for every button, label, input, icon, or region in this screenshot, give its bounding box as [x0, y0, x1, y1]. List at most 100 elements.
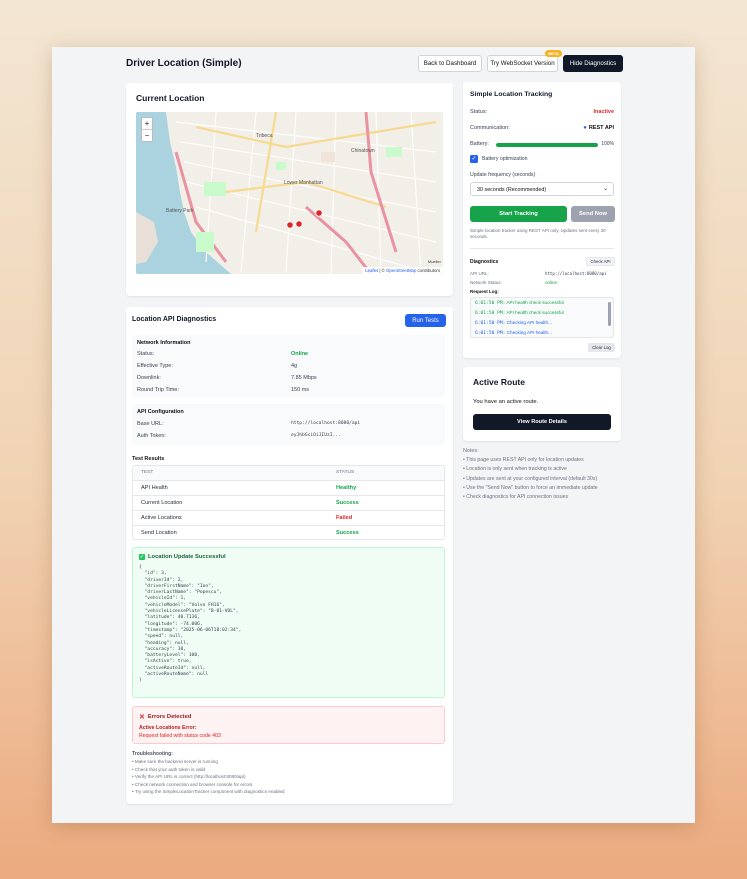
test-name: Send Location [141, 530, 177, 536]
list-item-text: Updates are sent at your configured inte… [466, 475, 598, 482]
list-item-text: Make sure the backend server is running [134, 759, 218, 764]
active-route-text: You have an active route. [473, 399, 539, 405]
success-title: Location Update Successful [148, 554, 226, 560]
websocket-version-button[interactable]: Try WebSocket Version BETA [487, 50, 562, 72]
troubleshooting-heading: Troubleshooting: [132, 751, 173, 757]
check-api-button[interactable]: Check API [586, 257, 615, 266]
zoom-in-button[interactable]: + [142, 118, 152, 130]
json-response: { "id": 3, "driverId": 2, "driverFirstNa… [139, 565, 241, 685]
test-results-heading: Test Results [132, 456, 165, 462]
battery-label: Battery: [470, 141, 489, 147]
success-box: ✓ Location Update Successful { "id": 3, … [132, 547, 445, 698]
map-label: Chinatown [351, 148, 375, 154]
network-status-value: Online [291, 351, 309, 357]
battery-optimization-checkbox[interactable]: ✓ [470, 155, 478, 163]
list-item: • Try using the SimpleLocationTracker co… [132, 789, 285, 795]
map-tiles: Lower Manhattan Battery Park Chinatown T… [136, 112, 443, 274]
rtt-label: Round Trip Time: [137, 387, 179, 393]
effective-type-value: 4g [291, 363, 298, 369]
tracking-title: Simple Location Tracking [470, 91, 553, 98]
downlink-label: Downlink: [137, 375, 161, 381]
map-corner-label: Mueller [427, 259, 441, 264]
downlink-value: 7.85 Mbps [291, 375, 317, 381]
log-msg: API health check successful [506, 300, 564, 305]
network-status-label: Network Status: [470, 280, 502, 285]
diagnostics-divider [470, 248, 614, 249]
clear-log-button[interactable]: Clear Log [588, 343, 615, 352]
hide-diagnostics-button[interactable]: Hide Diagnostics [563, 55, 623, 72]
tracking-description: Simple location tracker using REST API o… [470, 228, 606, 239]
table-row: Current Location Success [133, 495, 444, 510]
api-diagnostics-title: Location API Diagnostics [132, 316, 217, 323]
map-label: Battery Park [166, 208, 194, 214]
app-frame: Driver Location (Simple) Back to Dashboa… [52, 47, 695, 823]
test-status: Healthy [336, 485, 357, 491]
api-config-heading: API Configuration [137, 409, 184, 415]
error-x-icon: ✕ [139, 714, 145, 721]
list-item-text: Use the "Send Now" button to force an im… [466, 484, 598, 491]
page-title: Driver Location (Simple) [126, 58, 242, 69]
update-frequency-select[interactable]: 30 seconds (Recommended) ⌄ [470, 182, 614, 196]
log-entry: 6:01:50 PM: Checking API health... [475, 318, 564, 328]
update-frequency-label: Update frequency (seconds) [470, 172, 536, 178]
base-url-label: Base URL: [137, 421, 164, 427]
map-attribution: Leaflet | © OpenStreetMap contributors [362, 267, 443, 274]
log-lines: 6:01:50 PM: API health check successful … [475, 298, 564, 337]
error-message: Request failed with status code 403 [139, 733, 221, 739]
leaflet-link[interactable]: Leaflet [365, 268, 378, 273]
log-time: 6:01:50 PM: [475, 321, 506, 326]
list-item: • Location is only sent when tracking is… [463, 466, 567, 473]
error-title: Errors Detected [147, 714, 192, 720]
table-row: Active Locations Failed [133, 510, 444, 525]
request-log-label: Request Log: [470, 289, 499, 294]
status-value: Inactive [593, 109, 614, 115]
test-status: Success [336, 500, 359, 506]
api-url-label: API URL: [470, 271, 489, 276]
log-msg: Checking API health... [506, 330, 552, 335]
list-item-text: Location is only sent when tracking is a… [466, 466, 567, 473]
json-line: } [139, 678, 142, 684]
list-item-text: This page uses REST API only for locatio… [466, 457, 584, 463]
troubleshooting-section: Troubleshooting: • Make sure the backend… [132, 751, 445, 796]
auth-token-value: eyJhbGciOiJIUzI... [291, 433, 341, 438]
table-row: API Health Healthy [133, 480, 444, 495]
rtt-value: 150 ms [291, 387, 310, 393]
start-tracking-button[interactable]: Start Tracking [470, 206, 567, 222]
api-config-section: API Configuration Base URL: http://local… [132, 404, 445, 445]
osm-link[interactable]: OpenStreetMap [386, 268, 416, 273]
back-to-dashboard-button[interactable]: Back to Dashboard [418, 55, 482, 72]
battery-value: 100% [601, 141, 614, 147]
active-route-card: Active Route You have an active route. V… [463, 367, 621, 441]
list-item-text: Verify the API URL is correct (http://lo… [134, 774, 246, 780]
list-item-text: Try using the SimpleLocationTracker comp… [134, 789, 285, 795]
current-location-card: Current Location Lower Manhattan Battery… [126, 83, 453, 296]
log-time: 6:01:50 PM: [475, 311, 506, 316]
log-entry: 6:01:50 PM: API health check successful [475, 308, 564, 318]
chevron-down-icon: ⌄ [602, 186, 608, 192]
view-route-details-button[interactable]: View Route Details [473, 414, 611, 430]
list-item: • Check that your auth token is valid [132, 766, 206, 772]
request-log[interactable]: 6:01:50 PM: API health check successful … [470, 297, 614, 338]
beta-badge: BETA [545, 50, 562, 57]
communication-value: REST API [588, 125, 614, 131]
network-info-section: Network Information Status: Online Effec… [132, 335, 445, 397]
send-now-button[interactable]: Send Now [571, 206, 615, 222]
list-item: • Use the "Send Now" button to force an … [463, 484, 598, 491]
map[interactable]: Lower Manhattan Battery Park Chinatown T… [136, 112, 443, 274]
network-status-value: online [545, 280, 558, 285]
log-scrollbar[interactable] [608, 302, 611, 326]
test-status: Failed [336, 515, 353, 521]
run-tests-button[interactable]: Run Tests [405, 314, 446, 327]
list-item: • Verify the API URL is correct (http://… [132, 774, 246, 780]
attribution-sep: | © [378, 268, 386, 273]
notes-heading: Notes: [463, 448, 479, 454]
check-icon: ✓ [139, 554, 145, 560]
communication-label: Communication: [470, 125, 510, 131]
zoom-out-button[interactable]: − [142, 130, 152, 142]
list-item: • Check network connection and browser c… [132, 781, 253, 787]
error-box: ✕ Errors Detected Active Locations Error… [132, 706, 445, 744]
status-label: Status: [470, 109, 488, 115]
list-item: • Updates are sent at your configured in… [463, 475, 598, 482]
list-item-text: Check diagnostics for API connection iss… [466, 494, 569, 501]
battery-bar-fill [496, 143, 598, 147]
